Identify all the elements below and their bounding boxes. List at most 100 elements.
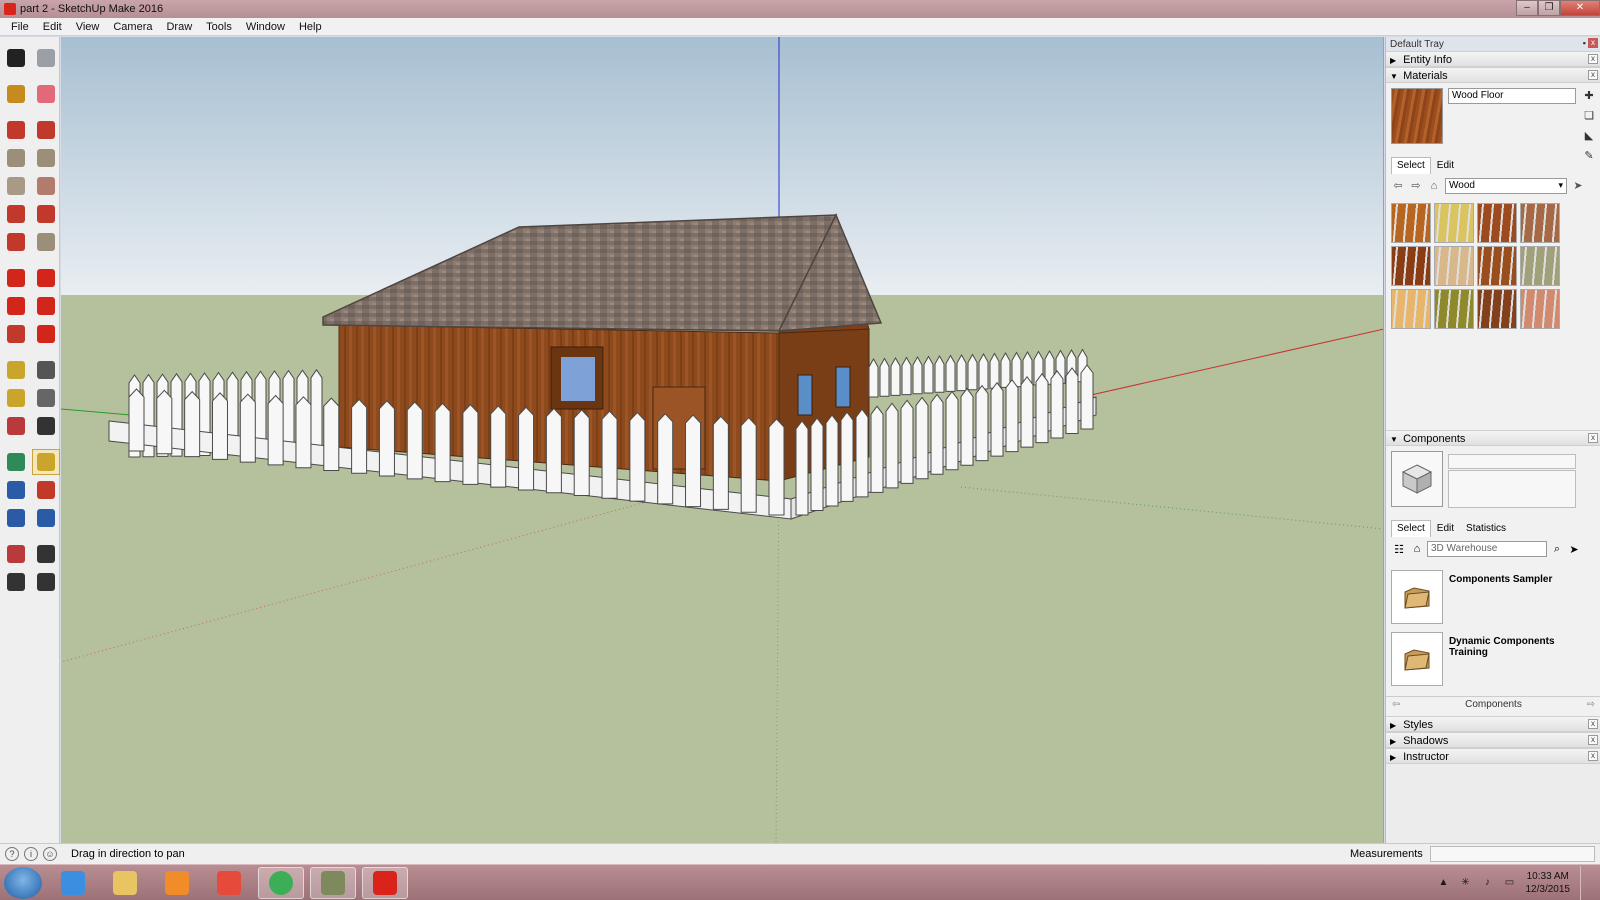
panel-close-icon[interactable]: x [1588, 54, 1598, 64]
clock[interactable]: 10:33 AM 12/3/2015 [1526, 870, 1571, 896]
menu-draw[interactable]: Draw [159, 21, 199, 33]
pin-icon[interactable]: ▪ [1583, 38, 1586, 48]
text-tool-button[interactable] [32, 385, 60, 411]
material-swatch[interactable] [1391, 289, 1431, 329]
two-point-arc-tool-button[interactable] [32, 201, 60, 227]
three-point-arc-tool-button[interactable] [2, 229, 30, 255]
tray-close-icon[interactable]: x [1588, 38, 1598, 48]
tab-select[interactable]: Select [1391, 157, 1431, 174]
panel-close-icon[interactable]: x [1588, 70, 1598, 80]
zoom-window-tool-button[interactable] [32, 477, 60, 503]
material-swatch[interactable] [1520, 203, 1560, 243]
sketchup-taskbar-button[interactable] [362, 867, 408, 899]
home-icon[interactable]: ⌂ [1427, 179, 1441, 193]
menu-camera[interactable]: Camera [106, 21, 159, 33]
display-secondary-icon[interactable]: ◣ [1582, 129, 1596, 143]
select-tool-tool-button[interactable] [2, 45, 30, 71]
zoom-tool-button[interactable] [2, 477, 30, 503]
material-name-field[interactable]: Wood Floor [1448, 88, 1576, 104]
details-arrow-icon[interactable]: ➤ [1567, 543, 1581, 556]
apps-grid-taskbar-button[interactable] [206, 867, 252, 899]
axes-tool-button[interactable] [2, 413, 30, 439]
show-desktop-button[interactable] [1580, 866, 1590, 900]
rectangle-tool-button[interactable] [2, 145, 30, 171]
material-swatch[interactable] [1477, 246, 1517, 286]
pan-tool-button[interactable] [32, 449, 60, 475]
scene-svg[interactable] [61, 37, 1384, 843]
panel-close-icon[interactable]: x [1588, 433, 1598, 443]
3d-text-tool-button[interactable] [32, 413, 60, 439]
walk-tool-button[interactable] [2, 569, 30, 595]
section-plane-tool-button[interactable] [32, 569, 60, 595]
collection-dropdown[interactable]: Wood [1445, 178, 1567, 194]
menu-file[interactable]: File [4, 21, 36, 33]
material-swatch[interactable] [1477, 203, 1517, 243]
list-item[interactable]: Dynamic Components Training [1391, 632, 1596, 694]
measurements-input[interactable] [1430, 846, 1595, 862]
component-name-field[interactable] [1448, 454, 1576, 469]
freehand-tool-button[interactable] [32, 117, 60, 143]
back-arrow-icon[interactable]: ⇦ [1392, 697, 1400, 713]
model-viewport[interactable] [61, 37, 1384, 843]
details-arrow-icon[interactable]: ➤ [1571, 179, 1585, 193]
material-swatch[interactable] [1520, 289, 1560, 329]
forward-arrow-icon[interactable]: ⇨ [1587, 697, 1595, 713]
make-component-tool-button[interactable] [32, 45, 60, 71]
list-item[interactable]: Components Sampler [1391, 570, 1596, 632]
tape-measure-tool-button[interactable] [2, 357, 30, 383]
close-button[interactable]: ✕ [1560, 0, 1600, 16]
back-arrow-icon[interactable]: ⇦ [1391, 179, 1405, 193]
search-icon[interactable]: ⌕ [1550, 543, 1564, 556]
tab-select[interactable]: Select [1391, 520, 1431, 537]
tab-edit[interactable]: Edit [1431, 157, 1460, 174]
default-material-icon[interactable]: ❏ [1582, 109, 1596, 123]
material-swatch[interactable] [1520, 246, 1560, 286]
previous-view-tool-button[interactable] [32, 505, 60, 531]
eraser-tool-button[interactable] [32, 81, 60, 107]
info-icon[interactable]: i [24, 847, 38, 861]
polygon-tool-button[interactable] [32, 173, 60, 199]
user-icon[interactable]: ☺ [43, 847, 57, 861]
panel-materials[interactable]: ▼ Materials x [1386, 67, 1600, 83]
protractor-tool-button[interactable] [2, 385, 30, 411]
show-hidden-icons-icon[interactable]: ▲ [1438, 877, 1450, 889]
view-options-icon[interactable]: ☷ [1391, 543, 1407, 556]
chrome-taskbar-button[interactable] [258, 867, 304, 899]
panel-shadows[interactable]: ▶ Shadows x [1386, 732, 1600, 748]
start-button[interactable] [4, 867, 42, 899]
panel-close-icon[interactable]: x [1588, 719, 1598, 729]
minimize-button[interactable]: – [1516, 0, 1538, 16]
eyedropper-icon[interactable]: ✎ [1582, 149, 1596, 163]
material-swatch[interactable] [1391, 203, 1431, 243]
pie-tool-button[interactable] [32, 229, 60, 255]
game-taskbar-button[interactable] [310, 867, 356, 899]
panel-styles[interactable]: ▶ Styles x [1386, 716, 1600, 732]
material-swatch[interactable] [1391, 246, 1431, 286]
home-icon[interactable]: ⌂ [1410, 543, 1424, 555]
panel-close-icon[interactable]: x [1588, 751, 1598, 761]
pencil-line-tool-button[interactable] [2, 117, 30, 143]
action-center-icon[interactable]: ▭ [1504, 877, 1516, 889]
orbit-tool-button[interactable] [2, 449, 30, 475]
maximize-button[interactable]: ❐ [1538, 0, 1560, 16]
menu-help[interactable]: Help [292, 21, 329, 33]
material-swatch[interactable] [1434, 246, 1474, 286]
create-material-icon[interactable]: ✚ [1582, 89, 1596, 103]
arc-tool-button[interactable] [2, 201, 30, 227]
move-tool-button[interactable] [2, 265, 30, 291]
component-description-field[interactable] [1448, 470, 1576, 508]
media-player-taskbar-button[interactable] [154, 867, 200, 899]
menu-edit[interactable]: Edit [36, 21, 69, 33]
circle-tool-button[interactable] [2, 173, 30, 199]
warehouse-search-input[interactable]: 3D Warehouse [1427, 541, 1547, 557]
forward-arrow-icon[interactable]: ⇨ [1409, 179, 1423, 193]
paint-bucket-tool-button[interactable] [2, 81, 30, 107]
material-swatch[interactable] [1434, 203, 1474, 243]
follow-me-tool-button[interactable] [32, 293, 60, 319]
panel-instructor[interactable]: ▶ Instructor x [1386, 748, 1600, 764]
dimension-tool-button[interactable] [32, 357, 60, 383]
help-icon[interactable]: ? [5, 847, 19, 861]
panel-entity-info[interactable]: ▶ Entity Info x [1386, 51, 1600, 67]
push-pull-tool-button[interactable] [32, 265, 60, 291]
offset-tool-button[interactable] [32, 321, 60, 347]
